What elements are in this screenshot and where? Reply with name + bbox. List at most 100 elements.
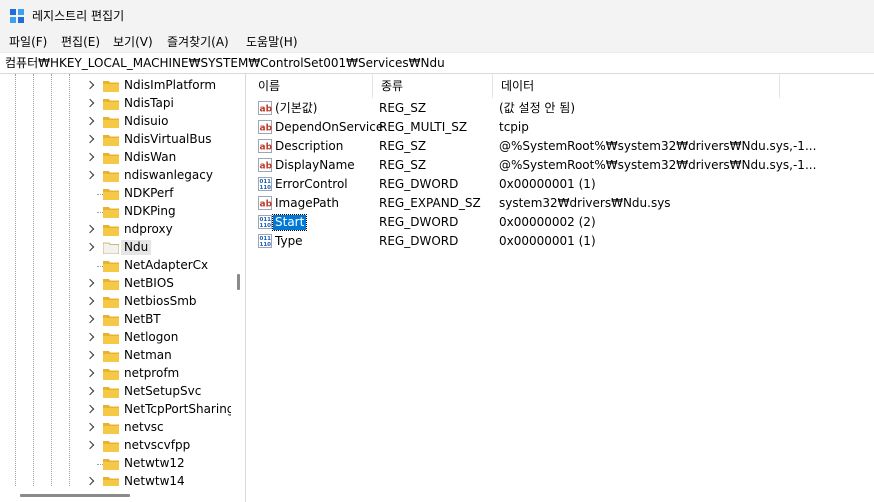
- value-type: REG_SZ: [379, 101, 427, 115]
- tree-horizontal-scrollbar[interactable]: [0, 486, 231, 502]
- tree-item-netbios[interactable]: NetBIOS: [0, 275, 232, 293]
- value-row-start[interactable]: 011 110 Start REG_DWORD 0x00000002 (2): [250, 213, 874, 232]
- chevron-right-icon[interactable]: [85, 224, 95, 234]
- tree-item-netvscvfpp[interactable]: netvscvfpp: [0, 437, 232, 455]
- tree-item-label: Netman: [124, 348, 172, 362]
- title-bar: 레지스트리 편집기: [0, 0, 874, 32]
- folder-icon: [103, 117, 119, 128]
- chevron-right-icon[interactable]: [85, 332, 95, 342]
- value-type: REG_MULTI_SZ: [379, 120, 468, 134]
- chevron-right-icon[interactable]: [85, 134, 95, 144]
- tree-item-ndiswan[interactable]: NdisWan: [0, 149, 232, 167]
- tree-item-ndkping[interactable]: NDKPing: [0, 203, 232, 221]
- value-name: ErrorControl: [275, 177, 348, 191]
- chevron-right-icon[interactable]: [85, 98, 95, 108]
- chevron-right-icon[interactable]: [85, 476, 95, 486]
- tree-item-netman[interactable]: Netman: [0, 347, 232, 365]
- tree-item-netlogon[interactable]: Netlogon: [0, 329, 232, 347]
- tree-item-ndisuio[interactable]: Ndisuio: [0, 113, 232, 131]
- value-name: Start: [271, 214, 308, 231]
- tree-item-label: ndiswanlegacy: [124, 168, 213, 182]
- tree-item-netsetupsvc[interactable]: NetSetupSvc: [0, 383, 232, 401]
- chevron-right-icon[interactable]: [85, 404, 95, 414]
- values-list-pane[interactable]: 이름 종류 데이터 ab (기본값) REG_SZ (값 설정 안 됨) ab Depen…: [250, 74, 874, 502]
- chevron-right-icon[interactable]: [85, 440, 95, 450]
- tree-item-ndu[interactable]: Ndu: [0, 239, 232, 257]
- tree-item-nettcpportsharing[interactable]: NetTcpPortSharing: [0, 401, 234, 419]
- tree-item-ndiswanlegacy[interactable]: ndiswanlegacy: [0, 167, 232, 185]
- folder-icon: [103, 441, 119, 452]
- chevron-right-icon[interactable]: [85, 386, 95, 396]
- tree-item-label: NDKPerf: [124, 186, 174, 200]
- folder-icon: [103, 333, 119, 344]
- tree-item-netbt[interactable]: NetBT: [0, 311, 232, 329]
- tree-horizontal-scroll-thumb[interactable]: [20, 494, 130, 497]
- value-name: Description: [275, 139, 344, 153]
- value-row-dependonservice[interactable]: ab DependOnService REG_MULTI_SZ tcpip: [250, 118, 874, 137]
- menu-favorites[interactable]: 즐겨찾기(A): [167, 34, 229, 50]
- tree-item-netprofm[interactable]: netprofm: [0, 365, 232, 383]
- tree-item-label: NdisWan: [124, 150, 177, 164]
- string-value-icon: ab: [258, 158, 272, 172]
- tree-item-label: NetBIOS: [124, 276, 174, 290]
- tree-vertical-scrollbar[interactable]: [231, 74, 245, 502]
- folder-icon: [103, 171, 119, 182]
- menu-file[interactable]: 파일(F): [9, 34, 47, 50]
- chevron-right-icon[interactable]: [85, 152, 95, 162]
- folder-icon: [103, 81, 119, 92]
- svg-text:110: 110: [260, 242, 272, 248]
- chevron-right-icon[interactable]: [85, 314, 95, 324]
- tree-item-label: netvscvfpp: [124, 438, 191, 452]
- binary-value-icon: 011110: [258, 177, 272, 191]
- value-row-displayname[interactable]: ab DisplayName REG_SZ @%SystemRoot%₩system3…: [250, 156, 874, 175]
- folder-icon: [103, 297, 119, 308]
- menu-view[interactable]: 보기(V): [113, 34, 153, 50]
- tree-item-label: ndproxy: [124, 222, 173, 236]
- tree-item-ndistapi[interactable]: NdisTapi: [0, 95, 232, 113]
- svg-text:ab: ab: [260, 105, 273, 115]
- address-path[interactable]: 컴퓨터₩HKEY_LOCAL_MACHINE₩SYSTEM₩ControlSet…: [5, 56, 445, 71]
- tree-item-netvsc[interactable]: netvsc: [0, 419, 232, 437]
- column-header-name[interactable]: 이름: [250, 74, 373, 98]
- tree-item-netbiossmb[interactable]: NetbiosSmb: [0, 293, 232, 311]
- menu-help[interactable]: 도움말(H): [246, 34, 298, 50]
- menu-edit[interactable]: 편집(E): [61, 34, 100, 50]
- tree-vertical-scroll-thumb[interactable]: [237, 274, 240, 290]
- chevron-right-icon[interactable]: [85, 296, 95, 306]
- chevron-right-icon[interactable]: [85, 242, 95, 252]
- chevron-right-icon[interactable]: [85, 350, 95, 360]
- value-row-type[interactable]: 011 110 Type REG_DWORD 0x00000001 (1): [250, 232, 874, 251]
- value-name: ImagePath: [275, 196, 339, 210]
- tree-item-label: NdisTapi: [124, 96, 174, 110]
- svg-text:110: 110: [260, 223, 272, 229]
- column-header-type[interactable]: 종류: [373, 74, 493, 98]
- chevron-right-icon[interactable]: [85, 170, 95, 180]
- folder-icon: [103, 423, 119, 434]
- tree-item-label: Ndu: [121, 240, 152, 255]
- chevron-right-icon[interactable]: [85, 422, 95, 432]
- value-row-errorcontrol[interactable]: 011 110 ErrorControl REG_DWORD 0x00000001 (1…: [250, 175, 874, 194]
- tree-item-ndproxy[interactable]: ndproxy: [0, 221, 232, 239]
- tree-item-netwtw12[interactable]: Netwtw12: [0, 455, 232, 473]
- tree-item-ndisvirtualbus[interactable]: NdisVirtualBus: [0, 131, 232, 149]
- chevron-right-icon[interactable]: [85, 80, 95, 90]
- folder-icon: [103, 189, 119, 200]
- folder-icon: [103, 135, 119, 146]
- folder-icon: [103, 279, 119, 290]
- chevron-right-icon[interactable]: [85, 278, 95, 288]
- chevron-right-icon[interactable]: [85, 116, 95, 126]
- chevron-right-icon[interactable]: [85, 368, 95, 378]
- value-row-default[interactable]: ab (기본값) REG_SZ (값 설정 안 됨): [250, 99, 874, 118]
- key-tree-pane[interactable]: NdisImPlatform NdisTapi Ndisuio NdisVirtual…: [0, 74, 246, 502]
- tree-item-ndkperf[interactable]: NDKPerf: [0, 185, 232, 203]
- column-header-data[interactable]: 데이터: [493, 74, 780, 98]
- value-type: REG_DWORD: [379, 234, 459, 248]
- tree-item-ndisimplatform[interactable]: NdisImPlatform: [0, 77, 232, 95]
- svg-text:110: 110: [260, 185, 272, 191]
- value-row-description[interactable]: ab Description REG_SZ @%SystemRoot%₩system3…: [250, 137, 874, 156]
- svg-text:ab: ab: [260, 200, 273, 210]
- tree-item-label: NdisImPlatform: [124, 78, 217, 92]
- tree-item-netadaptercx[interactable]: NetAdapterCx: [0, 257, 232, 275]
- value-row-imagepath[interactable]: ab ImagePath REG_EXPAND_SZ system32₩drivers…: [250, 194, 874, 213]
- address-bar[interactable]: 컴퓨터₩HKEY_LOCAL_MACHINE₩SYSTEM₩ControlSet…: [0, 52, 874, 74]
